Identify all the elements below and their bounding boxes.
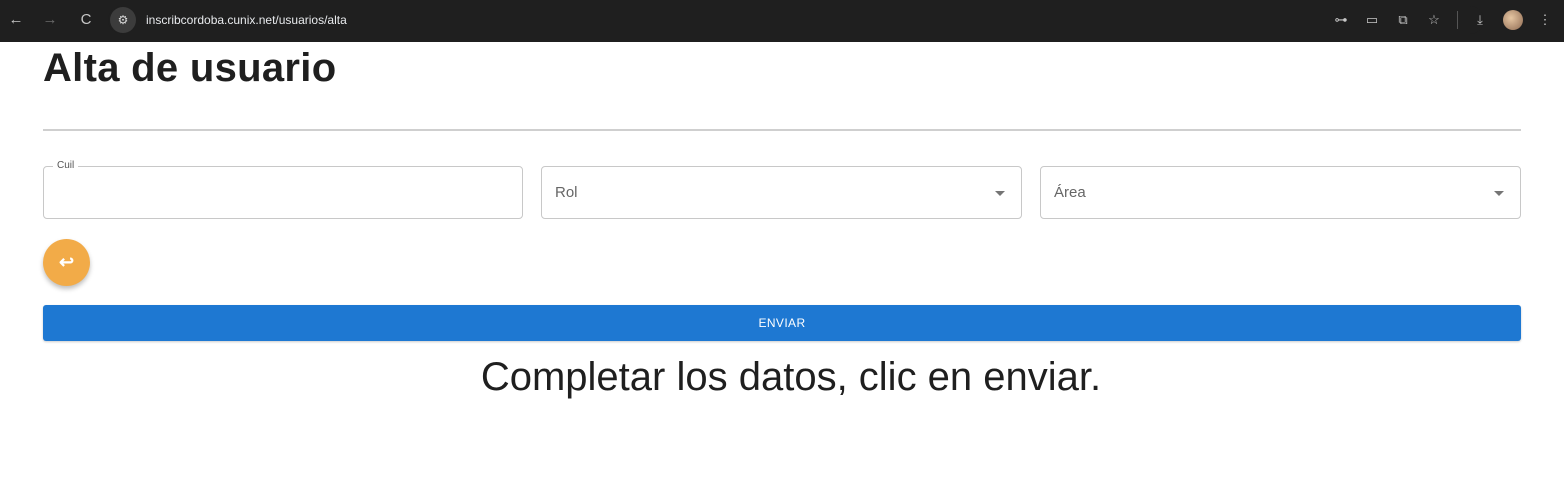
instruction-caption: Completar los datos, clic en enviar. bbox=[480, 355, 1102, 399]
url-text[interactable]: inscribcordoba.cunix.net/usuarios/alta bbox=[146, 13, 347, 27]
translate-icon[interactable]: ⧉ bbox=[1394, 11, 1412, 29]
cuil-label: Cuil bbox=[53, 160, 79, 171]
site-info-icon[interactable]: ⚙ bbox=[110, 7, 136, 33]
reload-icon[interactable]: C bbox=[76, 9, 96, 29]
submit-button[interactable]: ENVIAR bbox=[43, 305, 1521, 341]
chevron-down-icon[interactable] bbox=[995, 191, 1005, 196]
address-bar[interactable]: ⚙ inscribcordoba.cunix.net/usuarios/alta bbox=[108, 6, 1484, 34]
download-icon[interactable]: ⤓ bbox=[1471, 11, 1489, 29]
chevron-down-icon[interactable] bbox=[1494, 191, 1504, 196]
bookmark-star-icon[interactable]: ☆ bbox=[1425, 11, 1443, 29]
forward-arrow-icon[interactable]: → bbox=[40, 9, 60, 29]
toolbar-icons: ⊶ ▭ ⧉ ☆ ⤓ ⋮ bbox=[1319, 10, 1554, 30]
return-arrow-icon: ↩ bbox=[58, 252, 75, 272]
title-divider bbox=[43, 129, 1521, 131]
rol-select-value: Rol bbox=[555, 184, 578, 201]
profile-avatar[interactable] bbox=[1503, 10, 1523, 30]
cast-icon[interactable]: ▭ bbox=[1363, 11, 1381, 29]
area-select-value: Área bbox=[1054, 184, 1086, 201]
back-arrow-icon[interactable]: ← bbox=[6, 9, 26, 29]
browser-toolbar: ← → C ⚙ inscribcordoba.cunix.net/usuario… bbox=[0, 0, 1564, 42]
rol-select[interactable]: Rol bbox=[541, 166, 1022, 219]
cuil-field[interactable]: Cuil bbox=[43, 160, 523, 219]
menu-dots-icon[interactable]: ⋮ bbox=[1536, 11, 1554, 29]
password-key-icon[interactable]: ⊶ bbox=[1332, 11, 1350, 29]
area-select[interactable]: Área bbox=[1040, 166, 1521, 219]
back-button[interactable]: ↩ bbox=[43, 239, 90, 286]
toolbar-divider bbox=[1457, 11, 1458, 29]
page-title: Alta de usuario bbox=[43, 46, 337, 90]
